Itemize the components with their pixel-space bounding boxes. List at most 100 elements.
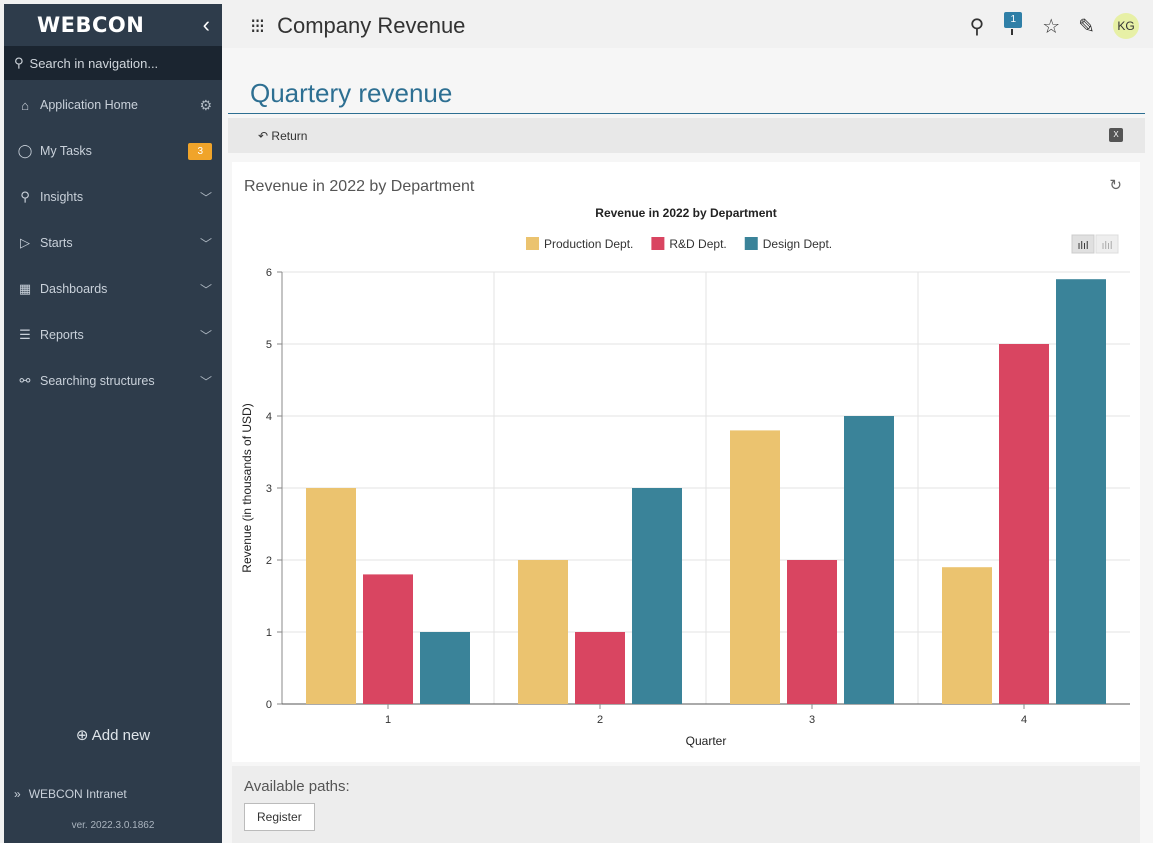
bar bbox=[518, 560, 568, 704]
bar bbox=[363, 574, 413, 704]
webcon-logo: WEBCON bbox=[37, 13, 145, 37]
chevron-down-icon[interactable]: ﹀ bbox=[200, 327, 212, 344]
x-tick-label: 2 bbox=[597, 714, 603, 726]
top-icons: ⚲ 1 ☆ ✎ KG bbox=[970, 4, 1139, 48]
sidebar-item-my-tasks[interactable]: ◯ My Tasks 3 bbox=[4, 128, 222, 174]
bar bbox=[306, 488, 356, 704]
excel-export-icon[interactable]: X bbox=[1109, 128, 1123, 142]
top-bar: ⁝⁝⁝ Company Revenue ⚲ 1 ☆ ✎ KG bbox=[222, 4, 1153, 48]
legend-swatch bbox=[526, 237, 539, 250]
chevron-down-icon[interactable]: ﹀ bbox=[200, 235, 212, 252]
stacked-chart-type-glyph: ılıl bbox=[1102, 240, 1113, 252]
gear-icon[interactable]: ⚙ bbox=[199, 97, 212, 114]
y-tick-label: 4 bbox=[266, 411, 272, 423]
chevron-down-icon[interactable]: ﹀ bbox=[200, 281, 212, 298]
chevron-down-icon[interactable]: ﹀ bbox=[200, 373, 212, 390]
notification-count-badge: 1 bbox=[1004, 12, 1023, 28]
register-button[interactable]: Register bbox=[244, 803, 315, 831]
insights-icon: ⚲ bbox=[20, 189, 30, 204]
sidebar-item-label: Reports bbox=[40, 328, 84, 342]
search-icon: ⚲ bbox=[14, 55, 24, 70]
plus-circle-icon: ⊕ bbox=[75, 727, 89, 744]
webcon-intranet-link[interactable]: » WEBCON Intranet bbox=[4, 776, 222, 812]
sidebar-nav: ⌂ Application Home ⚙ ◯ My Tasks 3 ⚲ Insi… bbox=[4, 82, 222, 404]
revenue-chart: Revenue in 2022 by Department Production … bbox=[240, 206, 1130, 748]
bar bbox=[1056, 279, 1106, 704]
sidebar-item-starts[interactable]: ▷ Starts ﹀ bbox=[4, 220, 222, 266]
sidebar-item-label: Application Home bbox=[40, 98, 138, 112]
y-tick-label: 6 bbox=[266, 267, 272, 279]
y-tick-label: 5 bbox=[266, 339, 272, 351]
sidebar-item-label: Starts bbox=[40, 236, 73, 250]
title-divider bbox=[228, 113, 1145, 114]
available-paths-panel: Available paths: Register bbox=[232, 766, 1140, 843]
edit-icon[interactable]: ✎ bbox=[1078, 14, 1095, 39]
app-grid-icon[interactable]: ⁝⁝⁝ bbox=[250, 14, 265, 39]
main-content: Quartery revenue ↶ Return X Revenue in 2… bbox=[222, 48, 1153, 843]
x-tick-label: 3 bbox=[809, 714, 815, 726]
y-axis-title: Revenue (in thousands of USD) bbox=[240, 403, 254, 572]
notification-stem bbox=[1011, 29, 1014, 35]
sidebar-item-label: Dashboards bbox=[40, 282, 108, 296]
y-tick-label: 0 bbox=[266, 699, 272, 711]
report-icon: ☰ bbox=[19, 327, 31, 342]
bar bbox=[575, 632, 625, 704]
return-button[interactable]: ↶ Return bbox=[258, 129, 307, 143]
add-new-label: Add new bbox=[91, 727, 151, 744]
toolbar: ↶ Return X bbox=[228, 118, 1145, 153]
sidebar-item-dashboards[interactable]: ▦ Dashboards ﹀ bbox=[4, 266, 222, 312]
app-title: Company Revenue bbox=[277, 13, 466, 38]
bar bbox=[632, 488, 682, 704]
bell-icon: ◯ bbox=[17, 143, 33, 158]
legend-label: R&D Dept. bbox=[669, 237, 726, 251]
y-tick-label: 3 bbox=[266, 483, 272, 495]
return-arrow-icon: ↶ bbox=[258, 128, 269, 143]
bar bbox=[787, 560, 837, 704]
sidebar: WEBCON ‹ ⚲ Search in navigation... ⌂ App… bbox=[4, 4, 222, 843]
legend-swatch bbox=[744, 237, 758, 250]
sidebar-item-application-home[interactable]: ⌂ Application Home ⚙ bbox=[4, 82, 222, 128]
dashboard-icon: ▦ bbox=[18, 281, 32, 296]
sidebar-item-searching-structures[interactable]: ⚯ Searching structures ﹀ bbox=[4, 358, 222, 404]
sidebar-item-label: Insights bbox=[40, 190, 84, 204]
bar bbox=[420, 632, 470, 704]
paths-title: Available paths: bbox=[244, 778, 350, 795]
legend-swatch bbox=[651, 237, 665, 250]
add-new-button[interactable]: ⊕ Add new bbox=[4, 726, 222, 744]
legend-label: Production Dept. bbox=[544, 237, 633, 251]
x-tick-label: 1 bbox=[385, 714, 391, 726]
sidebar-item-label: My Tasks bbox=[40, 144, 92, 158]
chart-title: Revenue in 2022 by Department bbox=[595, 206, 776, 220]
legend-label: Design Dept. bbox=[763, 237, 832, 251]
bar bbox=[942, 567, 992, 704]
version-text: ver. 2022.3.0.1862 bbox=[71, 820, 155, 831]
tasks-count-badge: 3 bbox=[188, 142, 212, 160]
sidebar-item-reports[interactable]: ☰ Reports ﹀ bbox=[4, 312, 222, 358]
star-icon[interactable]: ☆ bbox=[1042, 14, 1060, 39]
bar bbox=[999, 344, 1049, 704]
collapse-sidebar-icon[interactable]: ‹ bbox=[203, 12, 210, 38]
avatar[interactable]: KG bbox=[1113, 13, 1139, 39]
notifications-icon[interactable]: 1 bbox=[1002, 12, 1024, 36]
bar-chart-type-glyph: ılıl bbox=[1078, 240, 1089, 252]
app-window: WEBCON ‹ ⚲ Search in navigation... ⌂ App… bbox=[0, 0, 1153, 843]
sidebar-header: WEBCON ‹ bbox=[4, 4, 222, 46]
chart-card: Revenue in 2022 by Department ↻ Revenue … bbox=[232, 162, 1140, 762]
page-title: Quartery revenue bbox=[250, 78, 453, 108]
navigation-search-placeholder: Search in navigation... bbox=[29, 55, 159, 71]
chevron-down-icon[interactable]: ﹀ bbox=[200, 189, 212, 206]
y-tick-label: 1 bbox=[266, 627, 272, 639]
intranet-label: WEBCON Intranet bbox=[28, 787, 127, 801]
play-icon: ▷ bbox=[20, 235, 30, 250]
sidebar-item-label: Searching structures bbox=[40, 374, 155, 388]
sidebar-item-insights[interactable]: ⚲ Insights ﹀ bbox=[4, 174, 222, 220]
structure-icon: ⚯ bbox=[19, 373, 31, 388]
search-icon[interactable]: ⚲ bbox=[970, 14, 985, 39]
bar bbox=[730, 430, 780, 704]
navigation-search[interactable]: ⚲ Search in navigation... bbox=[4, 46, 222, 80]
double-chevron-right-icon: » bbox=[14, 787, 21, 801]
bar bbox=[844, 416, 894, 704]
x-axis-title: Quarter bbox=[686, 734, 727, 748]
home-icon: ⌂ bbox=[21, 97, 29, 113]
x-tick-label: 4 bbox=[1021, 714, 1027, 726]
